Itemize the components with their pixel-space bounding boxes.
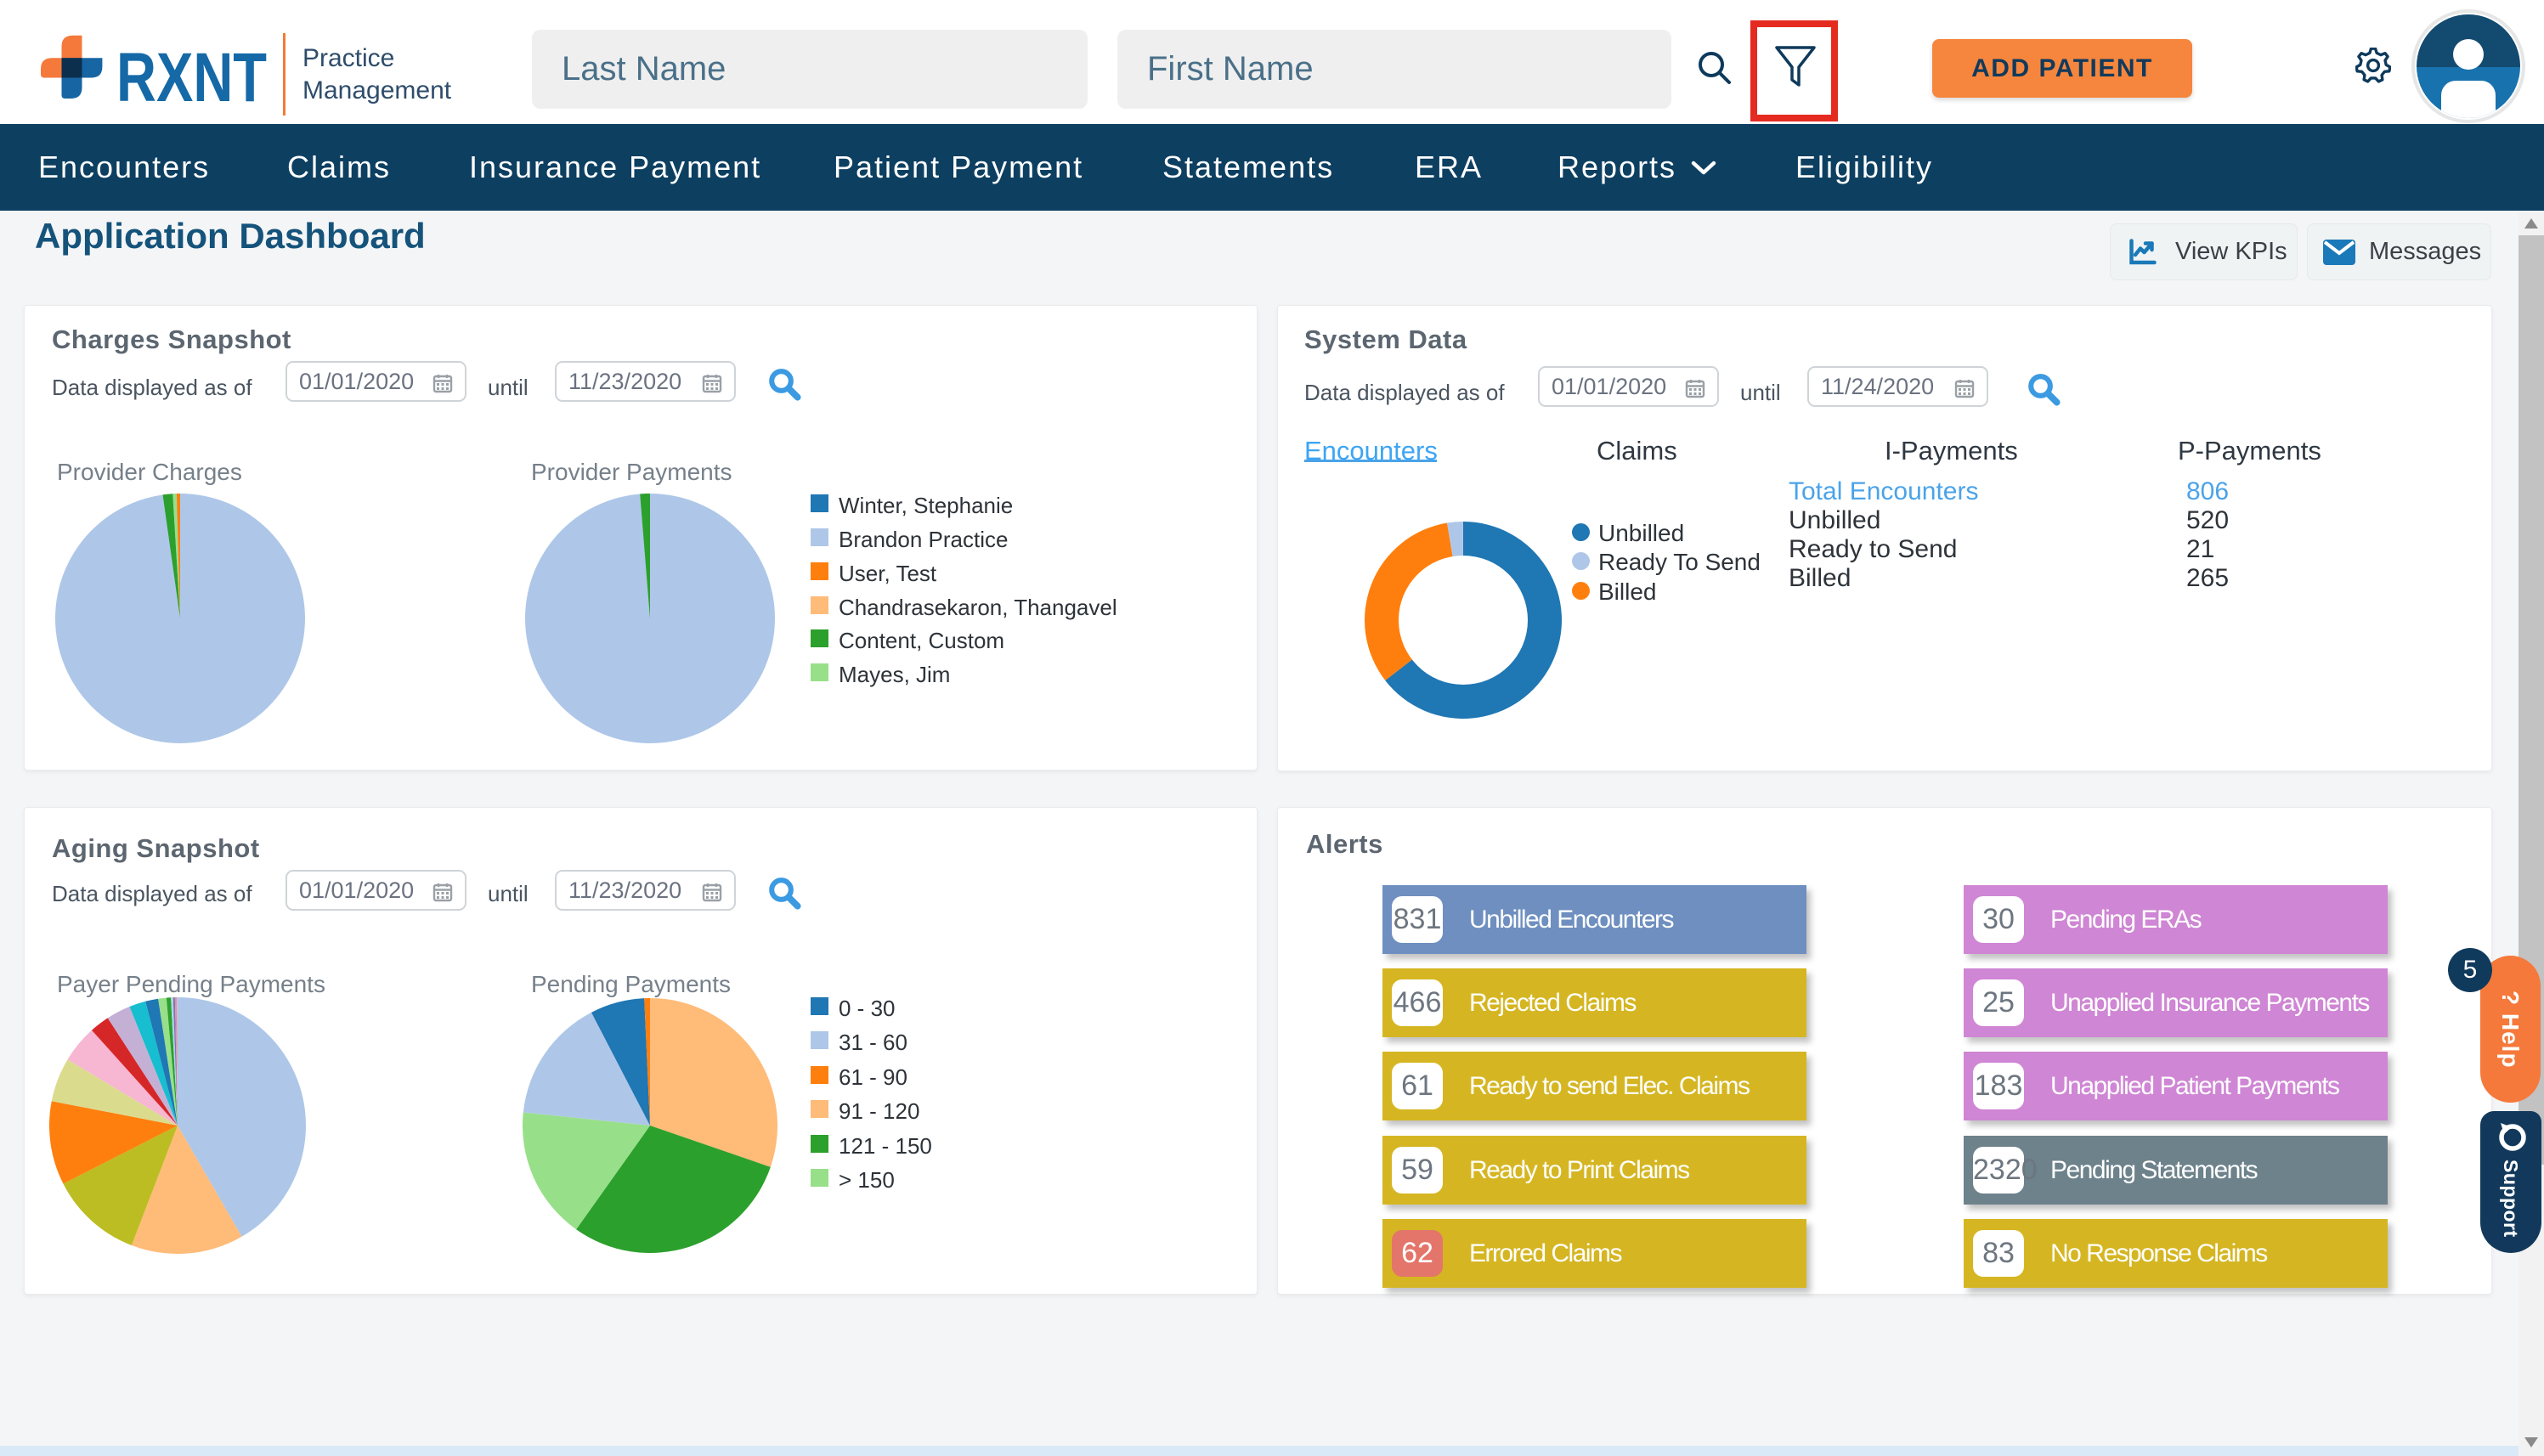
svg-text:RXNT: RXNT bbox=[116, 39, 267, 116]
